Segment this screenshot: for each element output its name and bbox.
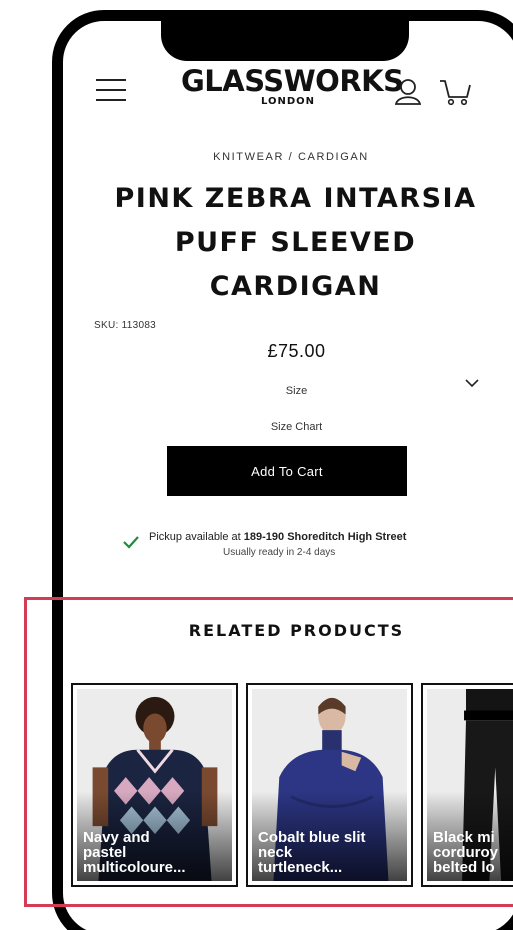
related-product-name: Black mi corduroy belted lo (433, 830, 499, 875)
logo-wordmark: GLASSWORKS (181, 64, 404, 98)
pickup-location: 189-190 Shoreditch High Street (243, 531, 407, 543)
checkmark-icon (123, 536, 139, 549)
size-chart-link[interactable]: Size Chart (63, 421, 513, 433)
related-product-card[interactable]: Navy and pastel multicoloure... (71, 683, 238, 887)
brand-logo[interactable]: GLASSWORKS LONDON (181, 64, 404, 108)
related-product-name: Cobalt blue slit neck turtleneck... (258, 830, 366, 875)
user-account-icon[interactable] (394, 77, 422, 105)
product-page: GLASSWORKS LONDON KNITWEAR / CARDIGAN PI… (63, 21, 513, 930)
pickup-prefix: Pickup available at (149, 531, 244, 543)
hamburger-menu-icon[interactable] (96, 79, 126, 101)
phone-frame: GLASSWORKS LONDON KNITWEAR / CARDIGAN PI… (52, 10, 513, 930)
phone-notch (161, 21, 409, 61)
size-label: Size (285, 385, 308, 397)
related-product-card[interactable]: Black mi corduroy belted lo (421, 683, 513, 887)
related-products-carousel[interactable]: Navy and pastel multicoloure... Cobalt b… (67, 683, 513, 888)
product-image: Cobalt blue slit neck turtleneck... (252, 689, 407, 881)
shopping-cart-icon[interactable] (438, 77, 472, 107)
breadcrumb[interactable]: KNITWEAR / CARDIGAN (63, 151, 513, 163)
product-image: Black mi corduroy belted lo (427, 689, 513, 881)
related-product-name: Navy and pastel multicoloure... (83, 830, 186, 875)
add-to-cart-button[interactable]: Add To Cart (167, 446, 407, 496)
pickup-text: Pickup available at 189-190 Shoreditch H… (149, 531, 406, 543)
product-image: Navy and pastel multicoloure... (77, 689, 232, 881)
product-sku: SKU: 113083 (94, 320, 157, 331)
related-products-heading: RELATED PRODUCTS (188, 621, 405, 640)
related-product-card[interactable]: Cobalt blue slit neck turtleneck... (246, 683, 413, 887)
product-title: PINK ZEBRA INTARSIA PUFF SLEEVED CARDIGA… (114, 183, 477, 302)
pickup-note: Usually ready in 2-4 days (223, 547, 336, 558)
chevron-down-icon[interactable] (465, 378, 479, 388)
product-price: £75.00 (267, 341, 326, 361)
